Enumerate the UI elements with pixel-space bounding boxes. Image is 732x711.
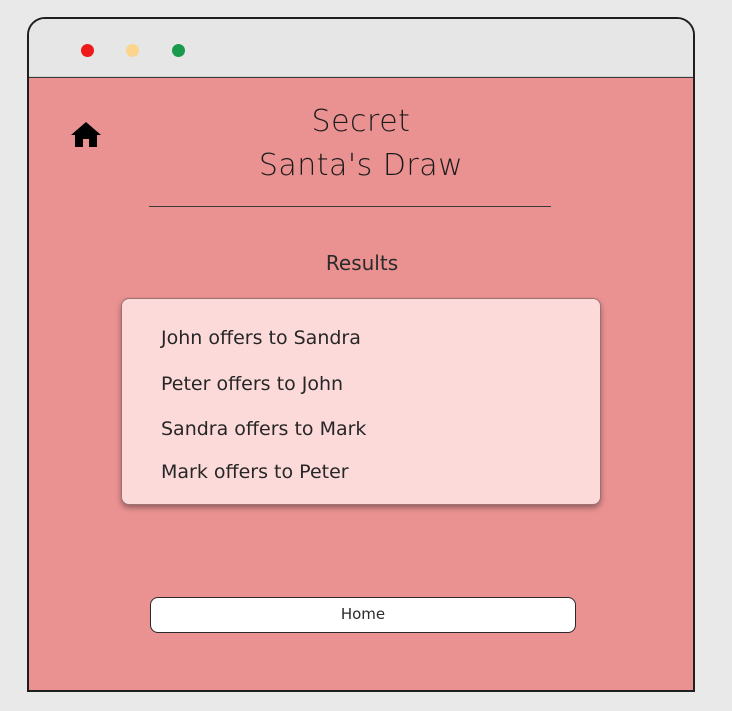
result-item: Sandra offers to Mark — [161, 418, 367, 440]
result-item: Mark offers to Peter — [161, 461, 349, 483]
page-title-line-1: Secret — [311, 104, 411, 139]
home-button[interactable]: Home — [150, 597, 576, 633]
results-card: John offers to Sandra Peter offers to Jo… — [121, 298, 601, 505]
minimize-window-button[interactable] — [126, 44, 139, 57]
results-heading: Results — [325, 251, 399, 275]
title-divider — [149, 206, 551, 207]
page-content: Secret Santa's Draw Results John offers … — [29, 77, 693, 690]
maximize-window-button[interactable] — [172, 44, 185, 57]
result-item: John offers to Sandra — [161, 327, 361, 349]
window-titlebar — [29, 19, 693, 77]
result-item: Peter offers to John — [161, 373, 344, 395]
page-title-line-2: Santa's Draw — [258, 148, 464, 183]
home-icon[interactable] — [69, 119, 103, 149]
close-window-button[interactable] — [81, 44, 94, 57]
browser-window: Secret Santa's Draw Results John offers … — [27, 17, 695, 692]
